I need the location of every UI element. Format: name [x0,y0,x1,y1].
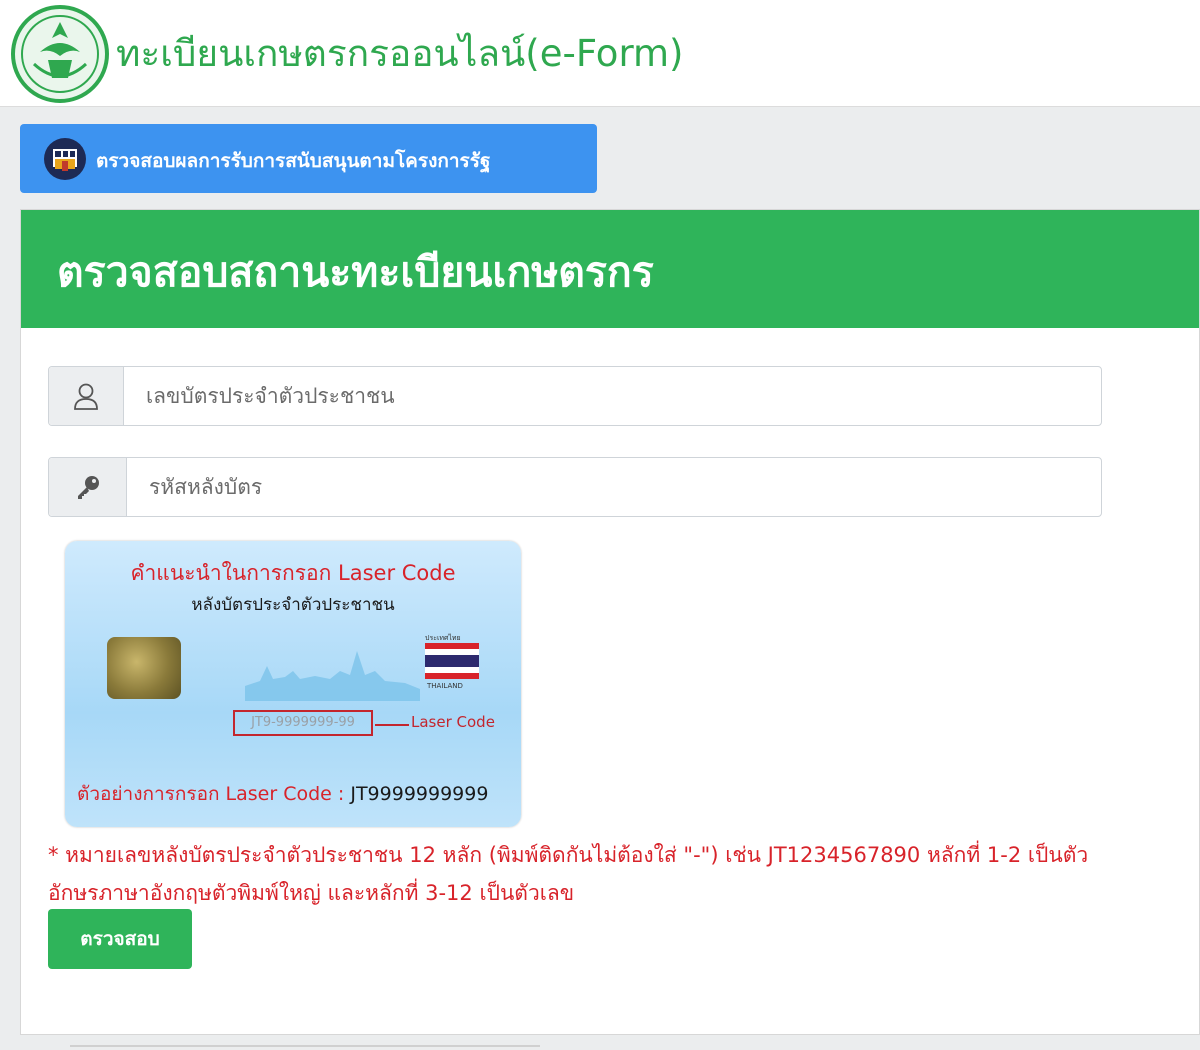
check-government-support-button[interactable]: ตรวจสอบผลการรับการสนับสนุนตามโครงการรัฐ [20,124,597,193]
laser-code-pointer [375,724,409,726]
laser-code-input-group [48,457,1102,517]
flag-country-label: THAILAND [427,682,463,690]
page-title: ตรวจสอบสถานะทะเบียนเกษตรกร [57,248,654,296]
laser-code-sample: JT9-9999999-99 [233,710,373,736]
check-status-panel: ตรวจสอบสถานะทะเบียนเกษตรกร คำแนะนำในการก… [20,209,1200,1035]
example-value: JT9999999999 [350,783,489,805]
thai-flag-icon [425,643,479,679]
key-icon [49,458,127,516]
card-guide-title: คำแนะนำในการกรอก Laser Code [130,561,456,585]
bank-building-icon [43,137,87,181]
example-label: ตัวอย่างการกรอก Laser Code : [77,783,345,805]
laser-code-label: Laser Code [411,713,495,731]
site-title: ทะเบียนเกษตรกรออนไลน์(e-Form) [116,32,684,75]
id-number-input-group [48,366,1102,426]
check-government-support-label: ตรวจสอบผลการรับการสนับสนุนตามโครงการรัฐ [96,150,491,172]
agriculture-ministry-seal-icon[interactable] [10,4,110,104]
laser-code-input[interactable] [127,458,1101,516]
id-number-input[interactable] [124,367,1101,425]
panel-header: ตรวจสอบสถานะทะเบียนเกษตรกร [21,210,1199,328]
site-header: ทะเบียนเกษตรกรออนไลน์(e-Form) [0,0,1200,107]
user-icon [49,367,124,425]
card-guide-subtitle: หลังบัตรประจำตัวประชาชน [191,595,395,615]
divider [70,1045,540,1047]
temple-silhouette-icon [245,651,420,701]
laser-code-example: ตัวอย่างการกรอก Laser Code : JT999999999… [77,779,488,809]
laser-code-guide-image: คำแนะนำในการกรอก Laser Code หลังบัตรประจ… [65,541,521,827]
card-chip-icon [107,637,181,699]
laser-code-note: * หมายเลขหลังบัตรประจำตัวประชาชน 12 หลัก… [48,843,1089,905]
check-button[interactable]: ตรวจสอบ [48,909,192,969]
